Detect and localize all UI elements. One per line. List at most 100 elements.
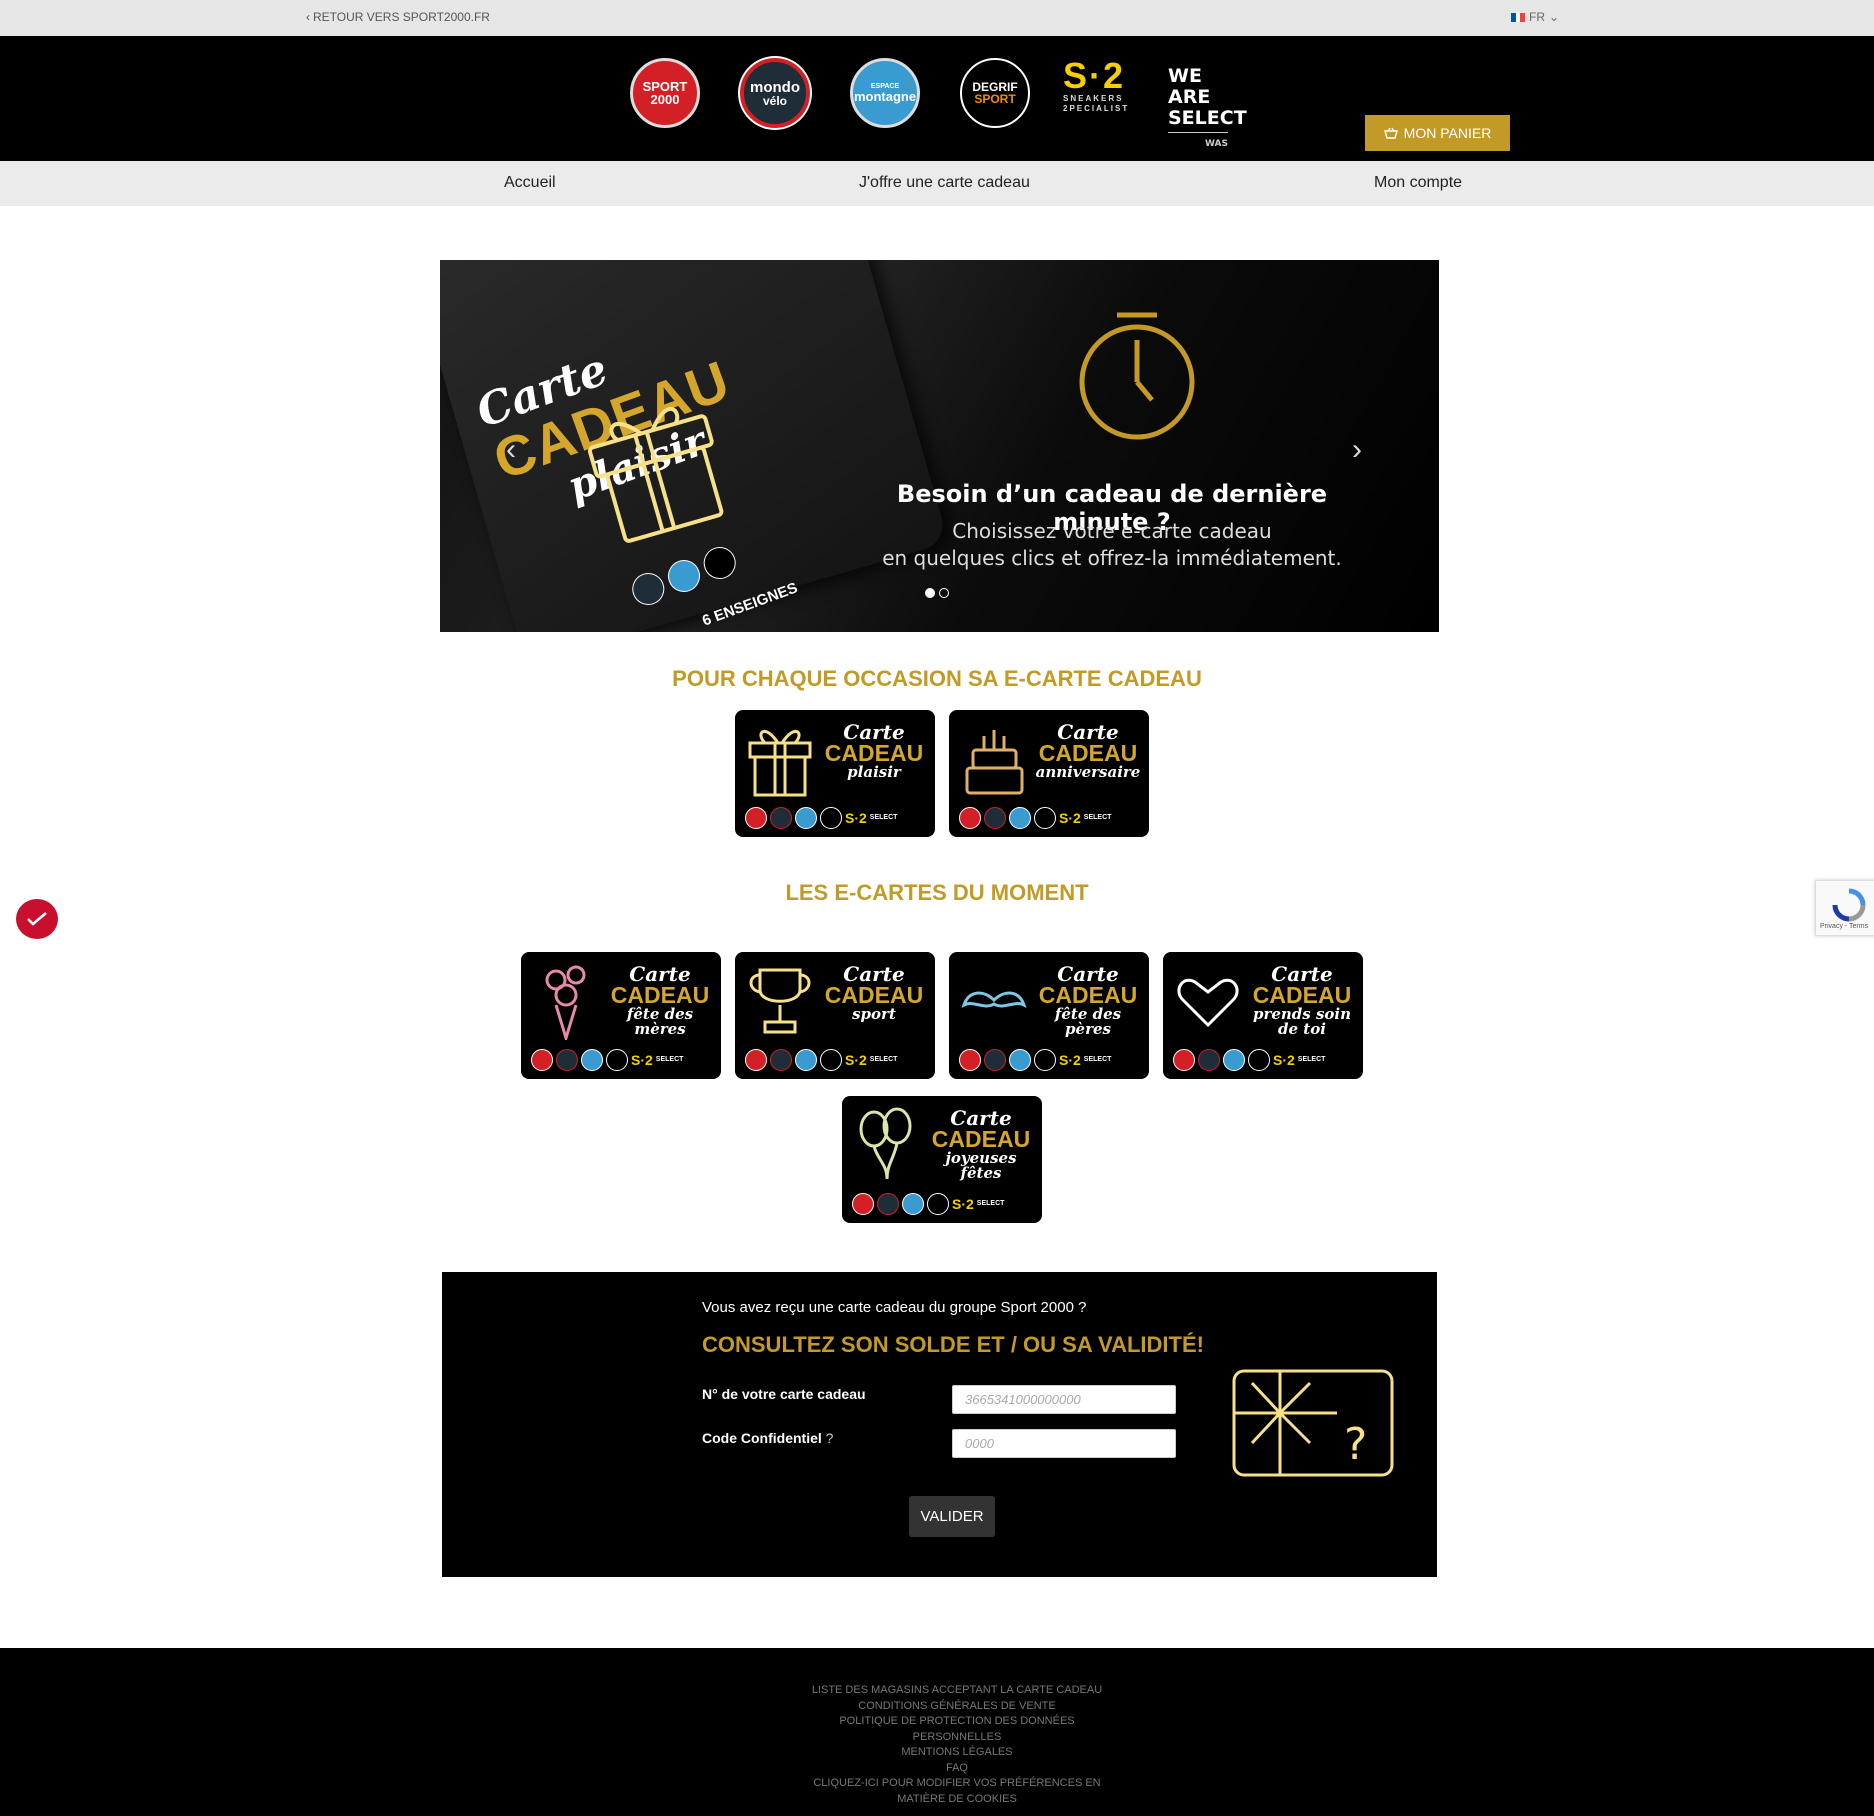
- nav-offer-gift-card[interactable]: J'offre une carte cadeau: [859, 174, 1030, 192]
- footer-link-stores[interactable]: LISTE DES MAGASINS ACCEPTANT LA CARTE CA…: [807, 1683, 1107, 1699]
- mondovelo-logo[interactable]: mondo vélo: [740, 58, 810, 128]
- french-flag-icon: [1511, 12, 1526, 22]
- s2-logo-mark: S·2: [1063, 55, 1126, 96]
- gift-card-plaisir[interactable]: Carte CADEAU plaisir S·2 SELECT: [735, 710, 935, 837]
- card-title-2: CADEAU: [1038, 982, 1138, 1008]
- balance-check-panel: Vous avez reçu une carte cadeau du group…: [442, 1272, 1437, 1577]
- card-title-2: CADEAU: [1252, 982, 1352, 1008]
- footer-links: LISTE DES MAGASINS ACCEPTANT LA CARTE CA…: [807, 1683, 1107, 1807]
- carousel-indicators: [925, 588, 949, 598]
- card-title-1: Carte: [1057, 962, 1119, 986]
- cart-button[interactable]: MON PANIER: [1365, 115, 1510, 151]
- mustache-icon: [961, 991, 1027, 1008]
- card-title-2: CADEAU: [931, 1126, 1031, 1152]
- hero-carousel[interactable]: Carte CADEAU plaisir 6 ENSEIGNES Besoin …: [440, 260, 1439, 632]
- gift-card-fete-des-peres[interactable]: Carte CADEAU fête des pères S·2 SELECT: [949, 952, 1149, 1079]
- back-link-label: RETOUR VERS SPORT2000.FR: [313, 10, 490, 24]
- card-title-3: fête des pères: [1054, 1005, 1122, 1038]
- mondovelo-logo-text: mondo: [750, 78, 800, 96]
- recaptcha-badge[interactable]: Privacy - Terms: [1815, 880, 1874, 936]
- carousel-dot-2[interactable]: [939, 588, 949, 598]
- footer-link-legal[interactable]: MENTIONS LÉGALES: [807, 1745, 1107, 1761]
- check-icon: [27, 912, 47, 926]
- card-brand-logos: S·2 SELECT: [531, 1049, 683, 1071]
- card-brand-logos: S·2 SELECT: [852, 1193, 1004, 1215]
- card-title-3: anniversaire: [1035, 763, 1141, 781]
- mondovelo-logo-text-2: vélo: [762, 93, 787, 108]
- card-title: Carte CADEAU fête des mères: [603, 964, 717, 1037]
- code-label-wrap: Code Confidentiel ?: [702, 1430, 833, 1446]
- card-title-3: plaisir: [847, 763, 901, 781]
- card-title: Carte CADEAU joyeuses fêtes: [924, 1108, 1038, 1181]
- footer-link-privacy[interactable]: POLITIQUE DE PROTECTION DES DONNÉES: [807, 1714, 1107, 1730]
- carousel-prev-icon[interactable]: ‹: [506, 435, 516, 465]
- validate-button[interactable]: VALIDER: [909, 1496, 995, 1537]
- code-label: Code Confidentiel: [702, 1430, 822, 1446]
- footer-link-cgv[interactable]: CONDITIONS GÉNÉRALES DE VENTE: [807, 1699, 1107, 1715]
- back-to-sport2000-link[interactable]: ‹ RETOUR VERS SPORT2000.FR: [306, 10, 490, 24]
- was-logo-text-2: SELECT: [1168, 107, 1247, 129]
- card-title-3: sport: [852, 1005, 896, 1023]
- footer-link-cookies-2[interactable]: MATIÈRE DE COOKIES: [807, 1792, 1107, 1808]
- card-title-1: Carte: [1057, 720, 1119, 744]
- card-brand-logos: S·2 SELECT: [745, 807, 897, 829]
- gift-card-fete-des-meres[interactable]: Carte CADEAU fête des mères S·2 SELECT: [521, 952, 721, 1079]
- degrif-sport-logo[interactable]: DEGRIF SPORT: [960, 58, 1030, 128]
- espace-montagne-logo[interactable]: ESPACE montagne: [850, 58, 920, 128]
- bouquet-icon: [545, 965, 586, 1040]
- was-logo-text-3: WAS: [1168, 132, 1228, 155]
- s2-logo-text-2: 2PECIALIST: [1063, 104, 1130, 113]
- balance-question: Vous avez reçu une carte cadeau du group…: [702, 1299, 1087, 1316]
- language-selector[interactable]: FR ⌄: [1511, 10, 1559, 24]
- card-title: Carte CADEAU anniversaire: [1031, 722, 1145, 780]
- chevron-down-icon: ⌄: [1549, 10, 1560, 24]
- card-title-1: Carte: [843, 962, 905, 986]
- code-help-icon[interactable]: ?: [826, 1430, 834, 1446]
- gift-icon: [587, 406, 724, 543]
- sport2000-logo[interactable]: SPORT 2000: [630, 58, 700, 128]
- card-brand-logos: S·2 SELECT: [745, 1049, 897, 1071]
- card-title-2: CADEAU: [1038, 740, 1138, 766]
- we-are-select-logo[interactable]: WE ARE SELECT WAS: [1168, 66, 1247, 155]
- cookie-consent-icon[interactable]: [16, 899, 58, 939]
- nav-home[interactable]: Accueil: [504, 174, 556, 192]
- main-nav: Accueil J'offre une carte cadeau Mon com…: [0, 161, 1874, 206]
- moment-section-title: LES E-CARTES DU MOMENT: [785, 880, 1089, 905]
- hero-illustrations: [587, 312, 1195, 543]
- sport2000-logo-text-2: 2000: [650, 92, 680, 107]
- card-title-1: Carte: [1271, 962, 1333, 986]
- montagne-logo-text-2: montagne: [853, 89, 917, 104]
- footer-link-privacy-2[interactable]: PERSONNELLES: [807, 1730, 1107, 1746]
- card-title-1: Carte: [843, 720, 905, 744]
- trophy-icon: [749, 968, 811, 1034]
- card-title-1: Carte: [950, 1106, 1012, 1130]
- code-input[interactable]: [952, 1429, 1176, 1458]
- birthday-cake-icon: [965, 730, 1024, 795]
- card-title-2: CADEAU: [824, 740, 924, 766]
- gift-card-anniversaire[interactable]: Carte CADEAU anniversaire S·2 SELECT: [949, 710, 1149, 837]
- s2-sneakers-logo[interactable]: S·2 SNEAKERS 2PECIALIST: [1063, 55, 1130, 114]
- gift-card-sport[interactable]: Carte CADEAU sport S·2 SELECT: [735, 952, 935, 1079]
- card-number-input[interactable]: [952, 1385, 1176, 1414]
- footer-link-faq[interactable]: FAQ: [807, 1761, 1107, 1777]
- carousel-next-icon[interactable]: ›: [1352, 435, 1362, 465]
- svg-text:?: ?: [1344, 1419, 1367, 1470]
- carousel-dot-1[interactable]: [925, 588, 935, 598]
- gift-card-prends-soin-de-toi[interactable]: Carte CADEAU prends soin de toi S·2 SELEC…: [1163, 952, 1363, 1079]
- card-brand-logos: S·2 SELECT: [959, 807, 1111, 829]
- basket-icon: [1383, 127, 1398, 139]
- card-title-3: prends soin de toi: [1252, 1005, 1352, 1038]
- stopwatch-icon: [1079, 312, 1195, 440]
- gift-card-question-icon: ?: [1232, 1369, 1394, 1477]
- cart-label: MON PANIER: [1403, 125, 1492, 141]
- gift-icon: [748, 730, 812, 797]
- card-title: Carte CADEAU plaisir: [817, 722, 931, 780]
- hero-subtitle-line-1: Choisissez votre e-carte cadeau: [952, 519, 1272, 543]
- gift-card-joyeuses-fetes[interactable]: Carte CADEAU joyeuses fêtes S·2 SELECT: [842, 1096, 1042, 1223]
- card-title-3: fête des mères: [626, 1005, 694, 1038]
- nav-my-account[interactable]: Mon compte: [1374, 174, 1462, 192]
- hero-subtitle: Choisissez votre e-carte cadeau en quelq…: [852, 518, 1372, 572]
- chevron-left-icon: ‹: [306, 10, 310, 24]
- card-title-3: joyeuses fêtes: [945, 1149, 1017, 1182]
- footer-link-cookies[interactable]: CLIQUEZ-ICI POUR MODIFIER VOS PRÉFÉRENCE…: [807, 1776, 1107, 1792]
